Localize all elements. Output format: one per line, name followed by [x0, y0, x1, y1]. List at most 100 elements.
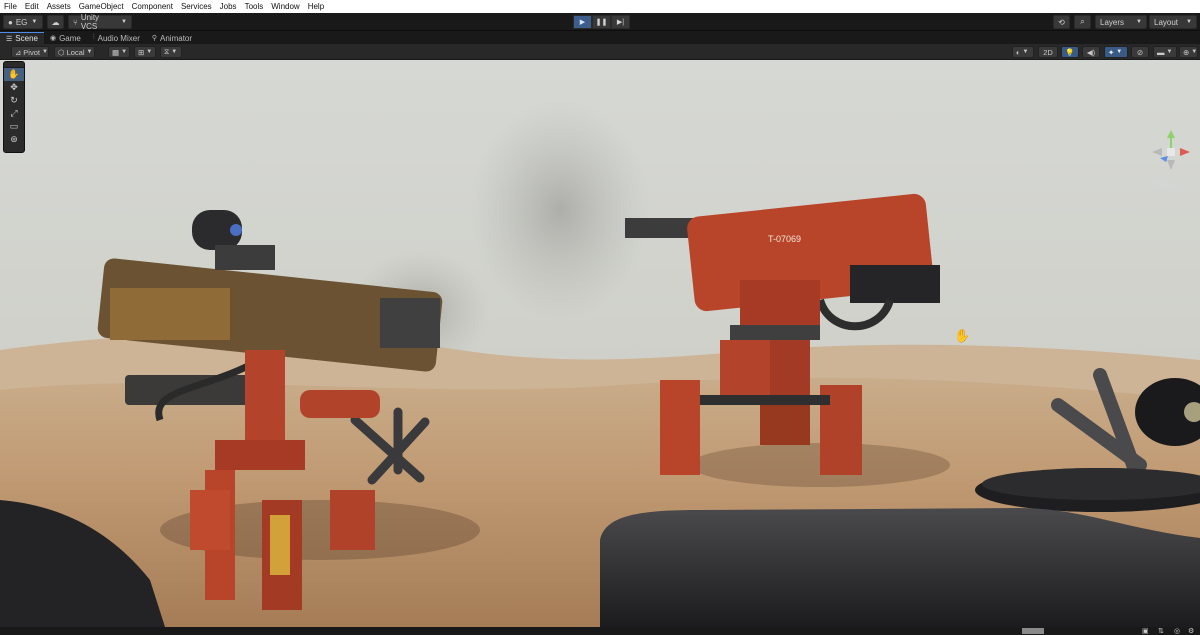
chevron-down-icon: ▼	[1136, 19, 1142, 25]
menu-window[interactable]: Window	[271, 0, 299, 13]
gizmo-center[interactable]	[1167, 148, 1175, 156]
camera-dropdown[interactable]: ▬ ▼	[1153, 46, 1177, 58]
layout-label: Layout	[1154, 17, 1179, 27]
chevron-down-icon: ▼	[1116, 49, 1123, 55]
menu-bar: File Edit Assets GameObject Component Se…	[0, 0, 1200, 13]
status-bar: ▣ ⇅ ◎ ⚙	[0, 627, 1200, 635]
increment-snap-button[interactable]: ⧖ ▼	[160, 46, 182, 58]
gizmos-icon: ⊕	[1183, 47, 1190, 57]
chevron-down-icon: ▼	[86, 49, 93, 55]
vcs-dropdown[interactable]: ⑂ Unity VCS ▼	[68, 13, 132, 31]
grid-visibility-button[interactable]: ⊞ ▼	[134, 46, 156, 58]
transform-tool[interactable]: ⊛	[4, 133, 24, 146]
move-icon: ✥	[10, 82, 18, 92]
network-icon[interactable]: ⇅	[1158, 627, 1164, 635]
vehicle-hood	[600, 508, 1200, 627]
menu-tools[interactable]: Tools	[245, 0, 264, 13]
effects-icon: ✦	[1108, 47, 1115, 57]
search-button[interactable]: ⌕	[1074, 15, 1091, 29]
cloud-button[interactable]: ☁	[47, 15, 64, 29]
debug-icon[interactable]: ◎	[1174, 627, 1180, 635]
audio-toggle[interactable]: ◀)	[1082, 46, 1100, 58]
game-icon: ◉	[49, 35, 57, 42]
menu-edit[interactable]: Edit	[25, 0, 39, 13]
account-icon: ●	[8, 17, 13, 27]
hidden-objects-toggle[interactable]: ⊘	[1131, 46, 1149, 58]
pivot-label: Pivot	[23, 47, 40, 57]
scene-render: T-07069	[0, 60, 1200, 627]
local-dropdown[interactable]: ⬡ Local ▼	[54, 46, 95, 58]
tab-audio-mixer[interactable]: ⫶ Audio Mixer	[87, 32, 146, 44]
menu-file[interactable]: File	[4, 0, 17, 13]
lighting-toggle[interactable]: 💡	[1061, 46, 1079, 58]
grid-snap-button[interactable]: ▦ ▼	[108, 46, 130, 58]
chevron-down-icon: ▼	[121, 49, 128, 55]
hand-tool[interactable]: ✋	[4, 68, 24, 81]
account-dropdown[interactable]: ● EG ▼	[3, 15, 43, 29]
menu-help[interactable]: Help	[308, 0, 324, 13]
toggle-2d-label: 2D	[1043, 47, 1053, 57]
editor-tab-bar: ☰ Scene ◉ Game ⫶ Audio Mixer ⚲ Animator	[0, 31, 1200, 44]
scale-tool[interactable]: ⤢	[4, 107, 24, 120]
gizmos-dropdown[interactable]: ⊕ ▼	[1179, 46, 1198, 58]
rotate-tool[interactable]: ↻	[4, 94, 24, 107]
tab-scene[interactable]: ☰ Scene	[0, 32, 44, 44]
tab-game[interactable]: ◉ Game	[44, 32, 87, 44]
chevron-down-icon: ▼	[1186, 19, 1192, 25]
scene-icon: ☰	[6, 35, 13, 43]
layers-label: Layers	[1100, 17, 1125, 27]
pause-button[interactable]: ❚❚	[592, 15, 611, 29]
x-axis-cone	[1180, 148, 1190, 156]
menu-assets[interactable]: Assets	[47, 0, 71, 13]
grid-icon: ▦	[112, 47, 120, 57]
toggle-2d-button[interactable]: 2D	[1038, 46, 1058, 58]
play-button[interactable]: ▶	[573, 15, 592, 29]
menu-services[interactable]: Services	[181, 0, 212, 13]
light-bulb-icon: 💡	[1065, 47, 1075, 57]
audio-mixer-icon: ⫶	[92, 34, 95, 41]
chevron-down-icon: ▼	[171, 49, 178, 55]
pivot-icon: ⊿	[15, 47, 22, 57]
chevron-down-icon: ▼	[41, 49, 48, 55]
hand-icon: ✋	[8, 69, 20, 79]
projection-label[interactable]: Persp	[1154, 180, 1175, 189]
draw-mode-dropdown[interactable]: ◐ ▼	[1012, 46, 1034, 58]
layout-dropdown[interactable]: Layout ▼	[1149, 15, 1197, 29]
chevron-down-icon: ▼	[146, 49, 153, 55]
neg-y-axis-cone	[1167, 160, 1175, 170]
rect-tool[interactable]: ▭	[4, 120, 24, 133]
play-icon: ▶	[579, 19, 586, 26]
layers-dropdown[interactable]: Layers ▼	[1095, 15, 1147, 29]
vcs-label: Unity VCS	[80, 13, 100, 31]
chevron-down-icon: ▼	[1166, 49, 1173, 55]
pivot-dropdown[interactable]: ⊿ Pivot ▼	[11, 46, 49, 58]
menu-gameobject[interactable]: GameObject	[79, 0, 124, 13]
animator-icon: ⚲	[151, 35, 158, 42]
settings-icon[interactable]: ⚙	[1188, 627, 1194, 635]
main-toolbar: ● EG ▼ ☁ ⑂ Unity VCS ▼ ▶ ❚❚ ▶| ⟲ ⌕ Layer…	[0, 13, 1200, 31]
scene-viewport[interactable]: T-07069 ✋ Persp	[0, 60, 1200, 627]
tab-scene-label: Scene	[15, 34, 38, 43]
tab-game-label: Game	[59, 33, 81, 43]
scene-toolbar: ⊿ Pivot ▼ ⬡ Local ▼ ▦ ▼ ⊞ ▼ ⧖ ▼ ◐ ▼ 2D 💡 ◀) …	[0, 44, 1200, 60]
robot-marking: T-07069	[768, 234, 801, 244]
shading-icon: ◐	[1016, 47, 1021, 57]
move-tool[interactable]: ✥	[4, 81, 24, 94]
audio-icon: ◀)	[1086, 47, 1096, 57]
chevron-down-icon: ▼	[121, 19, 127, 25]
snap-icon: ⧖	[164, 47, 170, 56]
chevron-down-icon: ▼	[31, 19, 38, 25]
menu-jobs[interactable]: Jobs	[220, 0, 237, 13]
menu-component[interactable]: Component	[132, 0, 173, 13]
effects-dropdown[interactable]: ✦ ▼	[1104, 46, 1128, 58]
console-icon[interactable]: ▣	[1142, 627, 1149, 635]
pause-icon: ❚❚	[595, 19, 608, 26]
history-button[interactable]: ⟲	[1053, 15, 1070, 29]
scale-icon: ⤢	[10, 108, 18, 118]
neg-x-axis-cone	[1152, 148, 1162, 156]
tab-animator[interactable]: ⚲ Animator	[146, 32, 198, 44]
step-button[interactable]: ▶|	[611, 15, 630, 29]
search-icon: ⌕	[1080, 17, 1085, 26]
local-icon: ⬡	[58, 47, 65, 57]
chevron-down-icon: ▼	[1022, 49, 1029, 55]
